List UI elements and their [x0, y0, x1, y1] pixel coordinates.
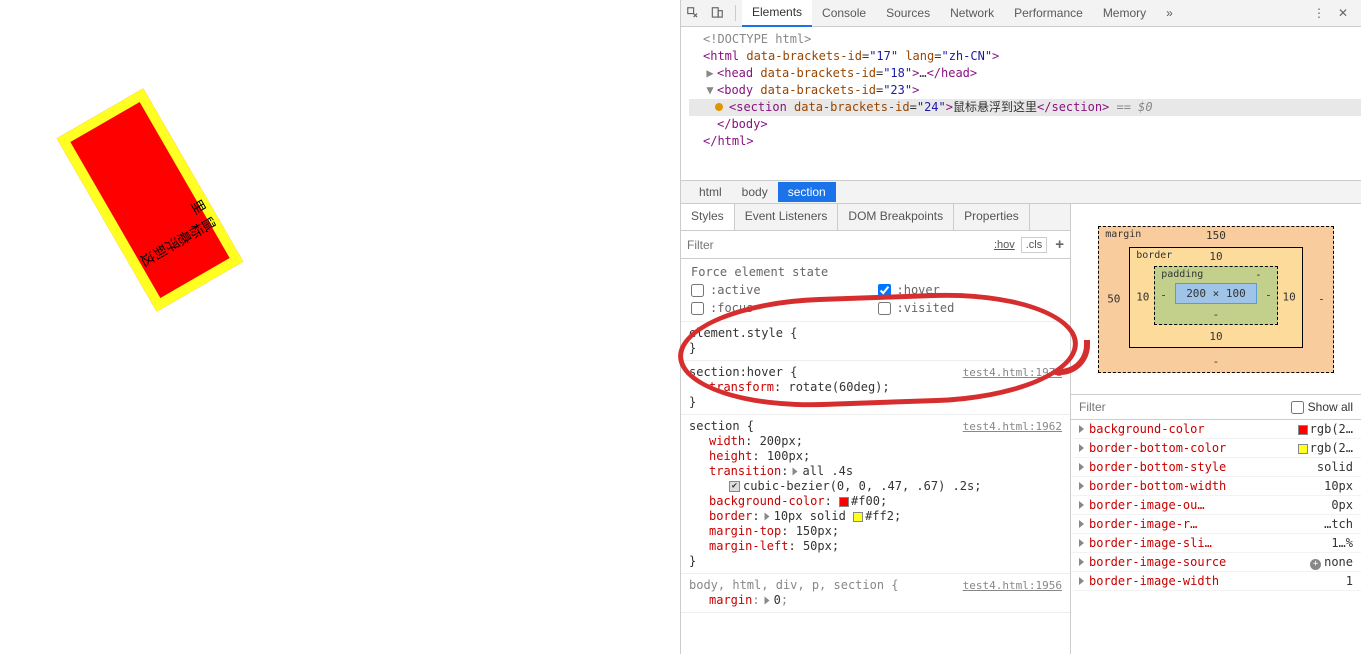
state-active[interactable]: :active [691, 283, 874, 297]
computed-row[interactable]: border-bottom-stylesolid [1071, 458, 1361, 477]
section-text: 鼠标悬浮到这里 [125, 194, 219, 272]
close-icon[interactable]: ✕ [1335, 5, 1351, 21]
device-toggle-icon[interactable] [709, 5, 725, 21]
tab-dom-breakpoints[interactable]: DOM Breakpoints [838, 204, 954, 230]
computed-row[interactable]: border-bottom-colorrgb(2… [1071, 439, 1361, 458]
tab-console[interactable]: Console [812, 0, 876, 26]
tab-network[interactable]: Network [940, 0, 1004, 26]
tab-styles[interactable]: Styles [681, 204, 735, 230]
computed-row[interactable]: border-image-r……tch [1071, 515, 1361, 534]
tab-properties[interactable]: Properties [954, 204, 1030, 230]
rule-link[interactable]: test4.html:1962 [963, 419, 1062, 434]
state-visited[interactable]: :visited [878, 301, 1061, 315]
computed-row[interactable]: border-bottom-width10px [1071, 477, 1361, 496]
show-all-toggle[interactable]: Show all [1291, 400, 1353, 414]
styles-pane-tabs: Styles Event Listeners DOM Breakpoints P… [681, 204, 1070, 231]
menu-icon[interactable]: ⋮ [1311, 5, 1327, 21]
rule-link[interactable]: test4.html:1971 [963, 365, 1062, 380]
styles-filter-input[interactable] [687, 238, 988, 252]
computed-row[interactable]: border-image-width1 [1071, 572, 1361, 591]
state-focus[interactable]: :focus [691, 301, 874, 315]
force-state-panel: Force element state :active :hover :focu… [681, 259, 1070, 322]
hov-toggle[interactable]: :hov [994, 239, 1015, 251]
cls-toggle[interactable]: .cls [1021, 237, 1048, 253]
force-state-title: Force element state [691, 265, 1060, 279]
new-rule-button[interactable]: + [1055, 236, 1064, 253]
breadcrumb: html body section [681, 180, 1361, 204]
breadcrumb-section[interactable]: section [778, 182, 836, 202]
inspect-icon[interactable] [685, 5, 701, 21]
rule-link[interactable]: test4.html:1956 [963, 578, 1062, 593]
computed-row[interactable]: border-image-ou…0px [1071, 496, 1361, 515]
tab-memory[interactable]: Memory [1093, 0, 1156, 26]
dom-tree[interactable]: <!DOCTYPE html> <html data-brackets-id="… [681, 27, 1361, 180]
rendered-section[interactable]: 鼠标悬浮到这里 [57, 88, 244, 311]
box-model-diagram[interactable]: margin 150 50 - - border 10 10 10 10 pad… [1071, 204, 1361, 394]
computed-filter-input[interactable] [1079, 400, 1291, 414]
tab-performance[interactable]: Performance [1004, 0, 1093, 26]
computed-row[interactable]: background-colorrgb(2… [1071, 420, 1361, 439]
computed-row[interactable]: border-image-sli…1…% [1071, 534, 1361, 553]
tab-sources[interactable]: Sources [876, 0, 940, 26]
breadcrumb-body[interactable]: body [732, 182, 778, 202]
page-viewport: 鼠标悬浮到这里 [0, 0, 680, 654]
tab-event-listeners[interactable]: Event Listeners [735, 204, 839, 230]
computed-list[interactable]: background-colorrgb(2…border-bottom-colo… [1071, 420, 1361, 654]
breadcrumb-html[interactable]: html [689, 182, 732, 202]
computed-row[interactable]: border-image-source+none [1071, 553, 1361, 572]
state-hover[interactable]: :hover [878, 283, 1061, 297]
css-rules[interactable]: element.style { } test4.html:1971 sectio… [681, 322, 1070, 654]
tab-more[interactable]: » [1156, 0, 1183, 26]
tab-elements[interactable]: Elements [742, 0, 812, 27]
devtools-tabbar: Elements Console Sources Network Perform… [681, 0, 1361, 27]
devtools-panel: Elements Console Sources Network Perform… [680, 0, 1361, 654]
dom-selected-node[interactable]: <section data-brackets-id="24">鼠标悬浮到这里</… [689, 99, 1361, 116]
